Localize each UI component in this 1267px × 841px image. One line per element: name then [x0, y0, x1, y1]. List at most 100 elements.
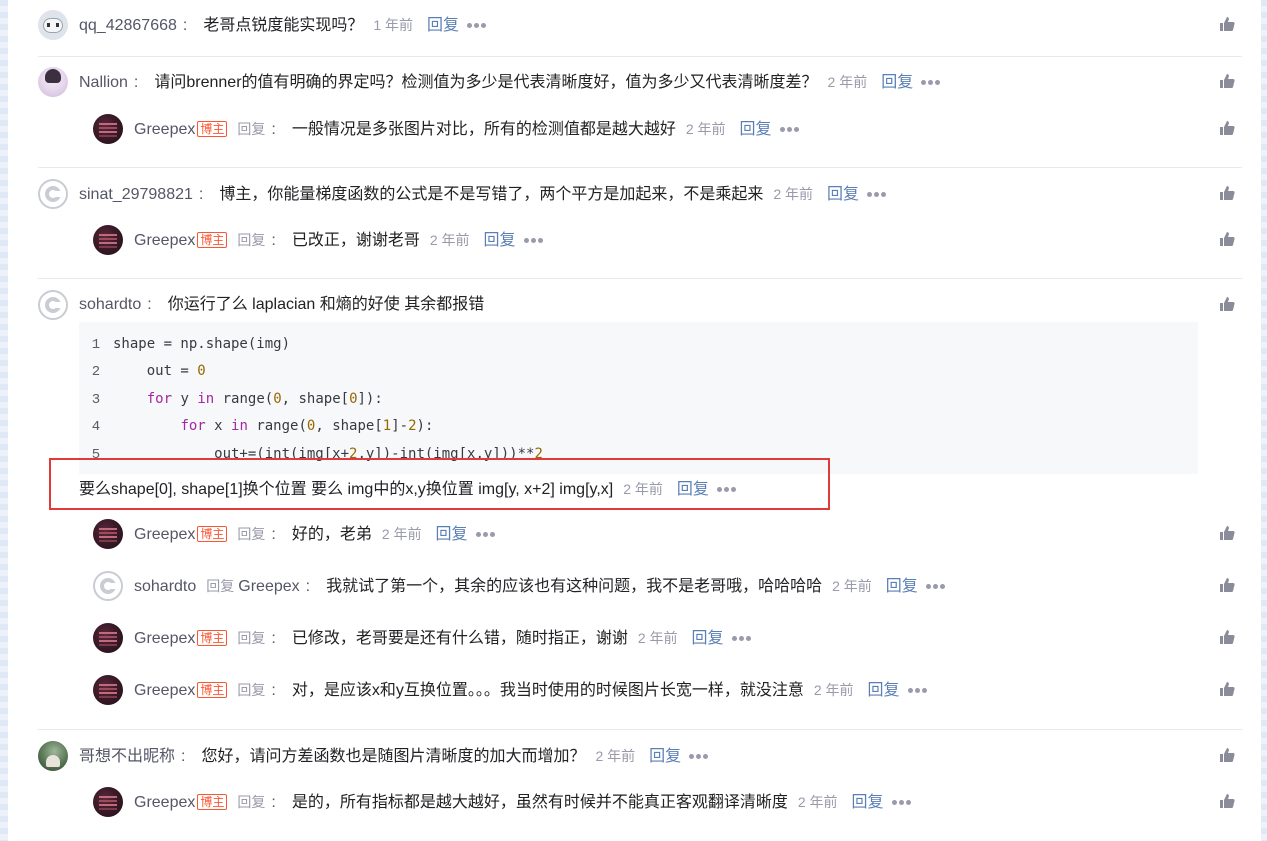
more-icon[interactable]	[925, 572, 947, 602]
username-link[interactable]: Greepex	[134, 630, 195, 647]
reply-line: Greepex 博主 回复: 是的，所有指标都是越大越好，虽然有时候并不能真正客观翻译…	[134, 787, 913, 817]
reply-to-username[interactable]: Greepex	[238, 578, 299, 595]
more-icon[interactable]	[475, 520, 497, 550]
code-text: shape = np.shape(img)	[113, 336, 291, 352]
timestamp: 2 年前	[429, 232, 470, 248]
comment-text: 博主，你能量梯度函数的公式是不是写错了，两个平方是加起来，不是乘起来	[219, 186, 764, 203]
like-thumb-icon[interactable]	[1219, 525, 1235, 541]
more-icon[interactable]	[891, 788, 913, 818]
reply-button[interactable]: 回复	[427, 17, 459, 34]
reply-button[interactable]: 回复	[692, 630, 724, 647]
reply-item: Greepex 博主 回复: 一般情况是多张图片对比，所有的检测值都是越大越好 2 年前…	[0, 114, 1267, 146]
avatar[interactable]	[93, 519, 123, 549]
reply-button[interactable]: 回复	[436, 526, 468, 543]
username-link[interactable]: 哥想不出昵称	[79, 748, 175, 765]
username-link[interactable]: sohardto	[79, 296, 141, 313]
reply-button[interactable]: 回复	[484, 232, 516, 249]
like-thumb-icon[interactable]	[1219, 793, 1235, 809]
colon: :	[182, 17, 188, 34]
line-number: 2	[91, 364, 101, 380]
username-link[interactable]: Greepex	[134, 526, 195, 543]
more-icon[interactable]	[907, 676, 929, 706]
like-thumb-icon[interactable]	[1219, 73, 1235, 89]
comment-text: 是的，所有指标都是越大越好，虽然有时候并不能真正客观翻译清晰度	[291, 794, 788, 811]
username-link[interactable]: sinat_29798821	[79, 186, 193, 203]
like-thumb-icon[interactable]	[1219, 185, 1235, 201]
like-thumb-icon[interactable]	[1219, 16, 1235, 32]
code-block: 1 shape = np.shape(img) 2 out = 0 3 for y…	[79, 322, 1198, 474]
timestamp: 2 年前	[813, 682, 854, 698]
reply-button[interactable]: 回复	[740, 121, 772, 138]
blogger-badge: 博主	[197, 231, 228, 248]
timestamp: 2 年前	[685, 121, 726, 137]
blogger-badge: 博主	[197, 681, 228, 698]
more-icon[interactable]	[921, 68, 942, 98]
timestamp: 2 年前	[773, 186, 814, 202]
avatar[interactable]	[93, 787, 123, 817]
divider	[38, 729, 1242, 730]
reply-item: Greepex 博主 回复: 好的，老弟 2 年前 回复	[0, 519, 1267, 551]
reply-label: 回复	[237, 526, 266, 542]
username-link[interactable]: Greepex	[134, 232, 195, 249]
colon: :	[305, 578, 311, 595]
comment-text: 好的，老弟	[291, 526, 372, 543]
code-text: for x in range(0, shape[1]-2):	[180, 418, 434, 434]
like-thumb-icon[interactable]	[1219, 681, 1235, 697]
avatar[interactable]	[93, 675, 123, 705]
avatar[interactable]	[93, 571, 123, 601]
like-thumb-icon[interactable]	[1219, 120, 1235, 136]
like-thumb-icon[interactable]	[1219, 747, 1235, 763]
avatar[interactable]	[38, 67, 68, 97]
reply-line: sohardto 回复 Greepex: 我就试了第一个，其余的应该也有这种问题，我不…	[134, 571, 947, 601]
like-thumb-icon[interactable]	[1219, 577, 1235, 593]
more-icon[interactable]	[867, 180, 888, 210]
reply-button[interactable]: 回复	[649, 748, 681, 765]
avatar[interactable]	[93, 225, 123, 255]
comment-item: Nallion: 请问brenner的值有明确的界定吗？检测值为多少是代表清晰度好…	[0, 67, 1267, 99]
reply-button[interactable]: 回复	[881, 74, 913, 91]
avatar[interactable]	[93, 114, 123, 144]
comment-text: 对，是应该x和y互换位置。。。我当时使用的时候图片长宽一样，就没注意	[291, 682, 804, 699]
username-link[interactable]: Nallion	[79, 74, 128, 91]
avatar[interactable]	[38, 290, 68, 320]
more-icon[interactable]	[779, 115, 801, 145]
code-text: for y in range(0, shape[0]):	[146, 391, 383, 407]
timestamp: 2 年前	[637, 630, 678, 646]
more-icon[interactable]	[731, 624, 753, 654]
like-thumb-icon[interactable]	[1219, 231, 1235, 247]
like-thumb-icon[interactable]	[1219, 296, 1235, 312]
reply-button[interactable]: 回复	[886, 578, 918, 595]
comment-text: 已修改，老哥要是还有什么错，随时指正，谢谢	[291, 630, 628, 647]
more-icon[interactable]	[467, 11, 488, 41]
more-icon[interactable]	[689, 742, 710, 772]
reply-label: 回复	[237, 630, 266, 646]
comment-text: 老哥点锐度能实现吗？	[203, 17, 364, 34]
reply-button[interactable]: 回复	[827, 186, 859, 203]
username-link[interactable]: qq_42867668	[79, 17, 177, 34]
code-line: 1 shape = np.shape(img)	[79, 331, 290, 358]
avatar[interactable]	[38, 179, 68, 209]
comment-text: 一般情况是多张图片对比，所有的检测值都是越大越好	[291, 121, 676, 138]
more-icon[interactable]	[523, 226, 545, 256]
comment-line: sohardto: 你运行了么 laplacian 和熵的好使 其余都报错	[79, 290, 484, 320]
username-link[interactable]: Greepex	[134, 682, 195, 699]
avatar[interactable]	[38, 741, 68, 771]
like-thumb-icon[interactable]	[1219, 629, 1235, 645]
avatar[interactable]	[93, 623, 123, 653]
blogger-badge: 博主	[197, 629, 228, 646]
username-link[interactable]: sohardto	[134, 578, 196, 595]
colon: :	[271, 682, 276, 699]
divider	[38, 278, 1242, 279]
blogger-badge: 博主	[197, 793, 228, 810]
line-number: 3	[91, 392, 101, 408]
reply-button[interactable]: 回复	[868, 682, 900, 699]
reply-button[interactable]: 回复	[852, 794, 884, 811]
timestamp: 2 年前	[381, 526, 422, 542]
reply-item: Greepex 博主 回复: 已改正，谢谢老哥 2 年前 回复	[0, 225, 1267, 257]
colon: :	[271, 232, 276, 249]
code-line: 4 for x in range(0, shape[1]-2):	[79, 413, 434, 440]
colon: :	[198, 186, 204, 203]
username-link[interactable]: Greepex	[134, 794, 195, 811]
username-link[interactable]: Greepex	[134, 121, 195, 138]
avatar[interactable]	[38, 10, 68, 40]
